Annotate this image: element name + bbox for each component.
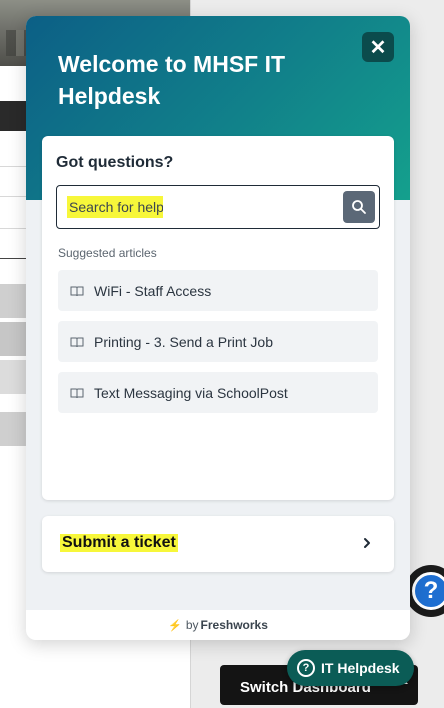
search-box bbox=[56, 185, 380, 229]
helpdesk-widget: Welcome to MHSF IT Helpdesk ✕ Got questi… bbox=[26, 16, 410, 640]
suggested-articles-heading: Suggested articles bbox=[58, 246, 157, 260]
submit-ticket-label: Submit a ticket bbox=[60, 534, 178, 552]
search-button[interactable] bbox=[343, 191, 375, 223]
search-card-heading: Got questions? bbox=[56, 154, 174, 171]
question-circle-icon: ? bbox=[297, 659, 315, 677]
chevron-right-icon bbox=[364, 538, 370, 548]
search-card: Got questions? Suggested articles WiFi -… bbox=[42, 136, 394, 500]
help-fab-symbol: ? bbox=[412, 572, 444, 610]
widget-title: Welcome to MHSF IT Helpdesk bbox=[58, 51, 286, 109]
article-label: WiFi - Staff Access bbox=[94, 282, 212, 299]
article-label: Printing - 3. Send a Print Job bbox=[94, 333, 273, 350]
article-item[interactable]: Printing - 3. Send a Print Job bbox=[58, 321, 378, 362]
submit-ticket-button[interactable]: Submit a ticket bbox=[42, 516, 394, 572]
search-input[interactable] bbox=[67, 196, 163, 218]
widget-footer: ⚡ by Freshworks bbox=[26, 610, 410, 640]
footer-by: by bbox=[185, 618, 199, 632]
book-icon bbox=[70, 388, 84, 398]
footer-brand[interactable]: Freshworks bbox=[201, 618, 268, 632]
article-item[interactable]: WiFi - Staff Access bbox=[58, 270, 378, 311]
lightning-icon: ⚡ bbox=[168, 619, 182, 632]
book-icon bbox=[70, 286, 84, 296]
close-icon: ✕ bbox=[369, 36, 387, 59]
book-icon bbox=[70, 337, 84, 347]
close-button[interactable]: ✕ bbox=[362, 32, 394, 62]
it-helpdesk-launcher[interactable]: ? IT Helpdesk bbox=[287, 650, 414, 686]
launcher-label: IT Helpdesk bbox=[321, 660, 400, 676]
search-icon bbox=[352, 200, 366, 214]
article-label: Text Messaging via SchoolPost bbox=[94, 384, 288, 401]
article-item[interactable]: Text Messaging via SchoolPost bbox=[58, 372, 378, 413]
